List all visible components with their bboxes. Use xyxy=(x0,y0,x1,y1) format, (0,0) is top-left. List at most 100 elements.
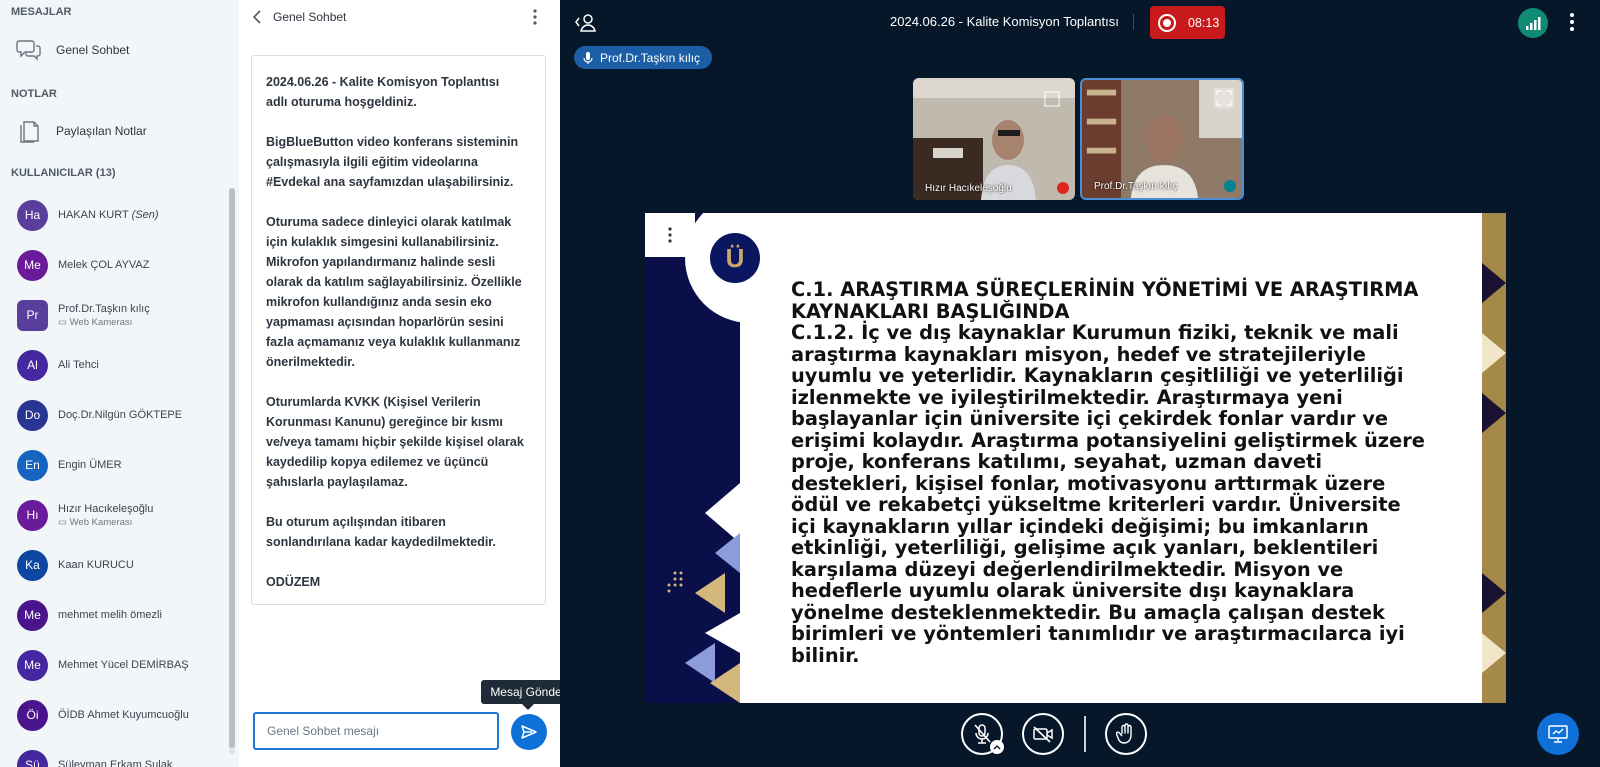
user-avatar: En xyxy=(17,449,48,481)
user-avatar: Me xyxy=(17,649,48,681)
user-avatar: Al xyxy=(17,349,48,381)
audio-options-caret[interactable] xyxy=(990,740,1004,754)
video-icon: ▭ xyxy=(58,516,70,528)
public-chat-label: Genel Sohbet xyxy=(56,43,130,57)
user-name-text: HAKAN KURT xyxy=(58,209,129,221)
user-name-text: Süleyman Erkam Sulak xyxy=(58,759,173,767)
user-list-item[interactable]: Ka Kaan KURUCU xyxy=(0,540,230,590)
webcam-tile[interactable]: Hızır Hacıkeleşoğlu xyxy=(913,78,1075,200)
user-info: Hızır Hacıkeleşoğlu ▭ Web Kamerası xyxy=(58,503,153,528)
user-list-item[interactable]: Me mehmet melih ömezli xyxy=(0,590,230,640)
user-webcam-label: ▭ Web Kamerası xyxy=(58,517,153,528)
fullscreen-icon[interactable] xyxy=(1214,88,1234,108)
user-self-label: (Sen) xyxy=(131,209,159,221)
user-list-item[interactable]: Hı Hızır Hacıkeleşoğlu ▭ Web Kamerası xyxy=(0,490,230,540)
slide-text-line: erişimi kolaydır. Araştırma potansiyelin… xyxy=(791,428,1425,452)
microphone-icon xyxy=(1224,180,1236,192)
user-list-item[interactable]: Me Mehmet Yücel DEMİRBAŞ xyxy=(0,640,230,690)
user-name-text: Hızır Hacıkeleşoğlu xyxy=(58,502,154,515)
user-name: Ali Tehci xyxy=(58,359,99,371)
slide-text-line: KAYNAKLARI BAŞLIĞINDA xyxy=(791,299,1070,323)
user-name-text: ÖİDB Ahmet Kuyumcuoğlu xyxy=(58,709,189,721)
slide-text-line: başlayanlar için üniversite içi çekirdek… xyxy=(791,407,1389,430)
slide-text-line: izlenmekte ve iyileştirilmektedir. Araşt… xyxy=(791,385,1343,409)
slide-text-line: hedeflerle uyumlu olarak üniversite dışı… xyxy=(791,579,1355,602)
user-list-item[interactable]: Al Ali Tehci xyxy=(0,340,230,390)
welcome-paragraph-2: BigBlueButton video konferans sisteminin… xyxy=(266,135,519,189)
user-list-item[interactable]: En Engin ÜMER xyxy=(0,440,230,490)
user-avatar: Me xyxy=(17,249,48,281)
user-name-text: Doç.Dr.Nilgün GÖKTEPE xyxy=(58,409,183,421)
connection-status-button[interactable] xyxy=(1518,8,1548,38)
welcome-paragraph-1: 2024.06.26 - Kalite Komisyon Toplantısı a… xyxy=(266,72,531,112)
record-icon xyxy=(1158,13,1176,32)
user-name-text: Prof.Dr.Taşkın kılıç xyxy=(58,302,150,315)
send-message-button[interactable] xyxy=(511,714,547,750)
presentation-icon xyxy=(1548,725,1568,743)
raise-hand-icon xyxy=(1116,723,1132,744)
share-webcam-button[interactable] xyxy=(1022,713,1064,755)
user-name: Melek ÇOL AYVAZ xyxy=(58,259,150,271)
user-avatar: Sü xyxy=(17,749,48,767)
slide-right-pattern xyxy=(1482,263,1506,673)
user-list-item[interactable]: Do Doç.Dr.Nilgün GÖKTEPE xyxy=(0,390,230,440)
slide-text-line: karşılama düzeyi değerlendirilmektedir. … xyxy=(791,557,1344,581)
slide-text-line: araştırma kaynakları misyon, hedef ve st… xyxy=(791,342,1366,366)
user-list-item[interactable]: Öi ÖİDB Ahmet Kuyumcuoğlu xyxy=(0,690,230,740)
user-list-item[interactable]: Ha HAKAN KURT (Sen) xyxy=(0,190,230,240)
user-name: ÖİDB Ahmet Kuyumcuoğlu xyxy=(58,709,189,721)
welcome-signature: ODÜZEM xyxy=(266,575,321,589)
user-list-sidebar: MESAJLAR Genel Sohbet NOTLAR Paylaşılan … xyxy=(0,0,239,767)
user-avatar: Do xyxy=(17,399,48,431)
recording-indicator[interactable]: 08:13 xyxy=(1150,6,1225,39)
user-list-item[interactable]: Pr Prof.Dr.Taşkın kılıç ▭ Web Kamerası xyxy=(0,290,230,340)
welcome-message: 2024.06.26 - Kalite Komisyon Toplantısı a… xyxy=(251,55,546,605)
more-vertical-icon[interactable] xyxy=(530,8,540,26)
talking-user-name: Prof.Dr.Taşkın kılıç xyxy=(600,50,701,65)
user-info: Engin ÜMER xyxy=(58,459,122,471)
user-avatar: Ha xyxy=(17,199,48,231)
user-avatar: Pr xyxy=(17,299,48,331)
user-name: Mehmet Yücel DEMİRBAŞ xyxy=(58,659,189,671)
microphone-off-icon xyxy=(974,724,991,744)
chevron-left-icon[interactable] xyxy=(251,9,265,25)
chat-message-input[interactable] xyxy=(253,712,499,750)
slide-right-band xyxy=(1482,213,1506,703)
user-avatar: Ka xyxy=(17,549,48,581)
user-info: Doç.Dr.Nilgün GÖKTEPE xyxy=(58,409,182,421)
users-section-title: KULLANICILAR (13) xyxy=(11,167,116,179)
user-avatar: Hı xyxy=(17,499,48,531)
controls-separator xyxy=(1084,716,1086,752)
shared-notes-item[interactable]: Paylaşılan Notlar xyxy=(0,111,230,151)
scrollbar-thumb[interactable] xyxy=(229,188,235,748)
presentation-slide[interactable]: Ü C.1. ARAŞTIRMA SÜREÇLERİNİN YÖNETİMİ V… xyxy=(645,213,1506,703)
user-name: Engin ÜMER xyxy=(58,459,122,471)
presentation-toggle-button[interactable] xyxy=(1537,713,1579,755)
user-name-text: Mehmet Yücel DEMİRBAŞ xyxy=(58,659,189,671)
user-name: mehmet melih ömezli xyxy=(58,609,162,621)
webcam-video xyxy=(913,78,1075,200)
more-vertical-icon xyxy=(668,227,672,243)
webcam-tile-active[interactable]: Prof.Dr.Taşkın kılıç xyxy=(1080,78,1244,200)
title-separator xyxy=(1133,14,1134,30)
options-menu-icon[interactable] xyxy=(1567,12,1577,32)
slide-text-line: etkinliği, yeterliliği, gelişime açık ya… xyxy=(791,536,1379,559)
user-name: HAKAN KURT (Sen) xyxy=(58,209,158,221)
university-logo: Ü xyxy=(710,233,760,283)
chevron-up-icon xyxy=(993,745,1001,750)
public-chat-item[interactable]: Genel Sohbet xyxy=(0,30,230,70)
user-list-scrollbar[interactable] xyxy=(229,188,235,755)
user-webcam-text: Web Kamerası xyxy=(69,316,133,328)
user-list-item[interactable]: Me Melek ÇOL AYVAZ xyxy=(0,240,230,290)
webcam-user-name: Hızır Hacıkeleşoğlu xyxy=(925,183,1012,194)
chat-title[interactable]: Genel Sohbet xyxy=(273,10,346,24)
toggle-user-list-icon[interactable] xyxy=(574,12,598,34)
user-avatar: Me xyxy=(17,599,48,631)
raise-hand-button[interactable] xyxy=(1105,713,1147,755)
chat-panel: Genel Sohbet 2024.06.26 - Kalite Komisyo… xyxy=(239,0,575,767)
slide-options-button[interactable] xyxy=(645,213,695,257)
user-list-item[interactable]: Sü Süleyman Erkam Sulak xyxy=(0,740,230,767)
messages-section-title: MESAJLAR xyxy=(11,6,72,18)
microphone-icon xyxy=(583,51,593,64)
slide-text: C.1. ARAŞTIRMA SÜREÇLERİNİN YÖNETİMİ VE … xyxy=(791,279,1471,666)
